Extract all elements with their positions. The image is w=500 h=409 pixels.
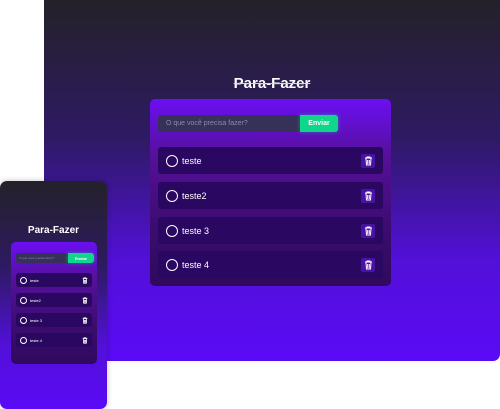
- trash-icon[interactable]: [361, 188, 375, 203]
- task-text: teste2: [30, 297, 41, 303]
- circle-icon[interactable]: [166, 154, 178, 167]
- todo-form: O que você precisa fazer? Enviar: [16, 253, 94, 263]
- trash-icon[interactable]: [361, 257, 375, 272]
- task-text: teste 3: [30, 317, 43, 323]
- task-item: teste: [158, 147, 383, 174]
- submit-button[interactable]: Enviar: [300, 115, 338, 132]
- todo-form: O que você precisa fazer? Enviar: [158, 115, 338, 132]
- task-input[interactable]: O que você precisa fazer?: [158, 115, 300, 132]
- task-input[interactable]: O que você precisa fazer?: [16, 253, 68, 263]
- submit-button[interactable]: Enviar: [68, 253, 94, 263]
- trash-icon[interactable]: [361, 153, 375, 168]
- trash-icon[interactable]: [81, 336, 88, 344]
- task-text: teste2: [182, 190, 207, 201]
- task-item: teste 3: [16, 313, 92, 327]
- circle-icon[interactable]: [20, 296, 27, 304]
- task-item: teste2: [16, 293, 92, 307]
- mobile-preview: Para-Fazer O que você precisa fazer? Env…: [0, 181, 107, 409]
- task-text: teste 4: [182, 259, 210, 270]
- circle-icon[interactable]: [20, 316, 27, 324]
- todo-card: O que você precisa fazer? Enviar teste t…: [11, 242, 97, 364]
- task-text: teste 3: [182, 225, 210, 236]
- task-text: teste 4: [30, 337, 43, 343]
- circle-icon[interactable]: [166, 224, 178, 237]
- task-item: teste2: [158, 182, 383, 209]
- circle-icon[interactable]: [166, 258, 178, 271]
- desktop-preview: Para-Fazer O que você precisa fazer? Env…: [44, 0, 500, 361]
- circle-icon[interactable]: [20, 276, 27, 284]
- task-item: teste 3: [158, 217, 383, 244]
- trash-icon[interactable]: [81, 316, 88, 324]
- task-item: teste: [16, 273, 92, 287]
- todo-card: O que você precisa fazer? Enviar teste t…: [150, 99, 391, 286]
- app-title: Para-Fazer: [233, 75, 311, 92]
- app-title: Para-Fazer: [27, 225, 80, 236]
- task-item: teste 4: [16, 333, 92, 347]
- task-text: teste: [182, 155, 202, 166]
- circle-icon[interactable]: [166, 189, 178, 202]
- task-item: teste 4: [158, 251, 383, 278]
- task-text: teste: [30, 277, 39, 283]
- trash-icon[interactable]: [81, 296, 88, 304]
- trash-icon[interactable]: [81, 276, 88, 284]
- circle-icon[interactable]: [20, 336, 27, 344]
- trash-icon[interactable]: [361, 223, 375, 238]
